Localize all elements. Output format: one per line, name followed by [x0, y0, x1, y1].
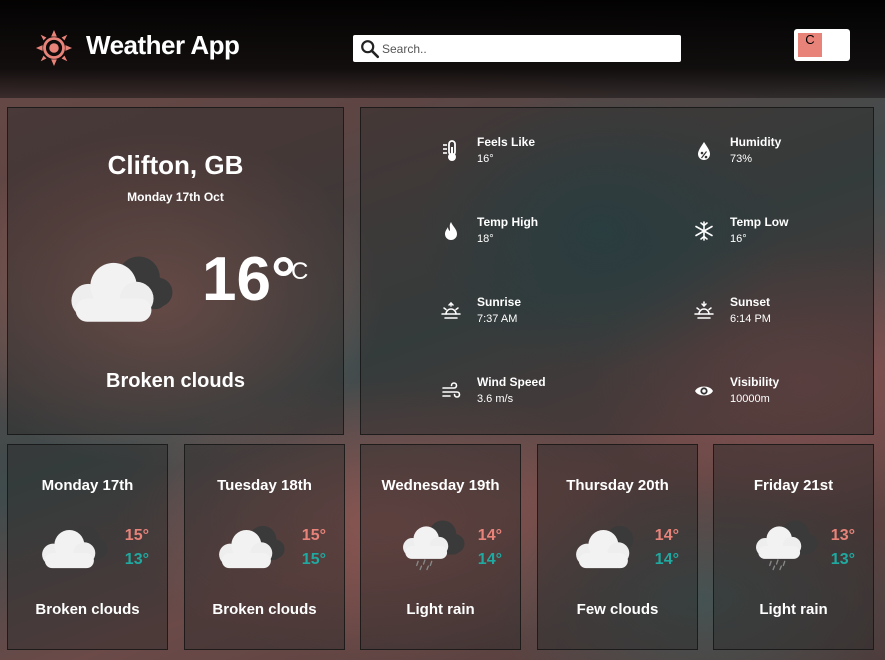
forecast-high-temp: 13° [830, 527, 855, 544]
detail-value: 16° [730, 233, 747, 245]
sun-gear-icon [35, 29, 73, 67]
eye-icon [695, 386, 713, 396]
current-temperature: 16° [202, 245, 296, 314]
broken-clouds-icon [219, 525, 285, 569]
unit-toggle-container[interactable]: C [794, 29, 850, 61]
few-clouds-icon [576, 525, 634, 569]
light-rain-icon [756, 520, 818, 571]
detail-temp-low: Temp Low 16° [694, 215, 885, 255]
detail-label: Temp Low [730, 215, 789, 229]
forecast-low-temp: 13° [830, 551, 855, 568]
forecast-high-temp: 15° [124, 527, 149, 544]
detail-label: Sunrise [477, 295, 522, 309]
broken-clouds-icon [42, 525, 108, 569]
detail-label: Feels Like [477, 135, 536, 149]
forecast-day: Monday 17th [41, 477, 134, 494]
detail-value: 3.6 m/s [477, 393, 514, 405]
current-weather-card: Clifton, GB Monday 17th Oct 16° C Broken… [7, 107, 344, 435]
detail-feels-like: Feels Like 16° [441, 135, 641, 175]
forecast-low-temp: 13° [124, 551, 149, 568]
light-rain-icon [403, 520, 465, 571]
forecast-day: Friday 21st [753, 477, 834, 494]
forecast-high-temp: 14° [477, 527, 502, 544]
detail-sunrise: Sunrise 7:37 AM [441, 295, 641, 335]
search-icon[interactable] [359, 38, 381, 60]
forecast-description: Light rain [759, 601, 828, 618]
forecast-card: Wednesday 19th 14° 14° Light rain [360, 444, 521, 650]
forecast-high-temp: 14° [654, 527, 679, 544]
sunrise-icon [441, 301, 461, 319]
weather-details-card: Feels Like 16° Humidity 73% Temp High 18… [360, 107, 874, 435]
detail-value: 18° [477, 233, 494, 245]
detail-value: 7:37 AM [477, 313, 518, 325]
app-header: Weather App C [0, 0, 885, 98]
broken-clouds-icon [71, 256, 173, 322]
detail-humidity: Humidity 73% [694, 135, 885, 175]
search-box[interactable] [353, 35, 681, 62]
detail-value: 16° [477, 153, 494, 165]
detail-sunset: Sunset 6:14 PM [694, 295, 885, 335]
forecast-description: Light rain [406, 601, 475, 618]
detail-wind-speed: Wind Speed 3.6 m/s [441, 375, 641, 415]
forecast-description: Broken clouds [212, 601, 317, 618]
flame-icon [445, 222, 457, 240]
snowflake-icon [695, 221, 713, 241]
sunset-icon [694, 301, 714, 319]
forecast-description: Few clouds [576, 601, 659, 618]
app-title: Weather App [86, 30, 240, 60]
temperature-unit: C [291, 258, 309, 285]
detail-label: Humidity [730, 135, 782, 149]
forecast-low-temp: 14° [654, 551, 679, 568]
thermometer-icon [443, 140, 456, 161]
forecast-description: Broken clouds [35, 601, 140, 618]
humidity-drop-icon [698, 142, 710, 160]
current-description: Broken clouds [106, 370, 245, 392]
detail-value: 6:14 PM [730, 313, 771, 325]
detail-value: 10000m [730, 393, 770, 405]
forecast-card: Monday 17th 15° 13° Broken clouds [7, 444, 168, 650]
forecast-card: Thursday 20th 14° 14° Few clouds [537, 444, 698, 650]
forecast-card: Friday 21st 13° 13° Light rain [713, 444, 874, 650]
detail-visibility: Visibility 10000m [694, 375, 885, 415]
forecast-low-temp: 15° [301, 551, 326, 568]
unit-toggle-button[interactable]: C [798, 33, 822, 57]
forecast-card: Tuesday 18th 15° 15° Broken clouds [184, 444, 345, 650]
detail-label: Temp High [477, 215, 539, 229]
forecast-day: Thursday 20th [566, 477, 669, 494]
forecast-high-temp: 15° [301, 527, 326, 544]
detail-value: 73% [730, 153, 753, 165]
current-date: Monday 17th Oct [127, 190, 224, 204]
detail-label: Wind Speed [477, 375, 546, 389]
forecast-day: Tuesday 18th [217, 477, 312, 494]
city-name: Clifton, GB [107, 150, 244, 180]
forecast-low-temp: 14° [477, 551, 502, 568]
detail-temp-high: Temp High 18° [441, 215, 641, 255]
forecast-day: Wednesday 19th [381, 477, 500, 494]
detail-label: Visibility [730, 375, 780, 389]
wind-icon [442, 382, 461, 398]
search-input[interactable] [382, 38, 672, 59]
detail-label: Sunset [730, 295, 771, 309]
